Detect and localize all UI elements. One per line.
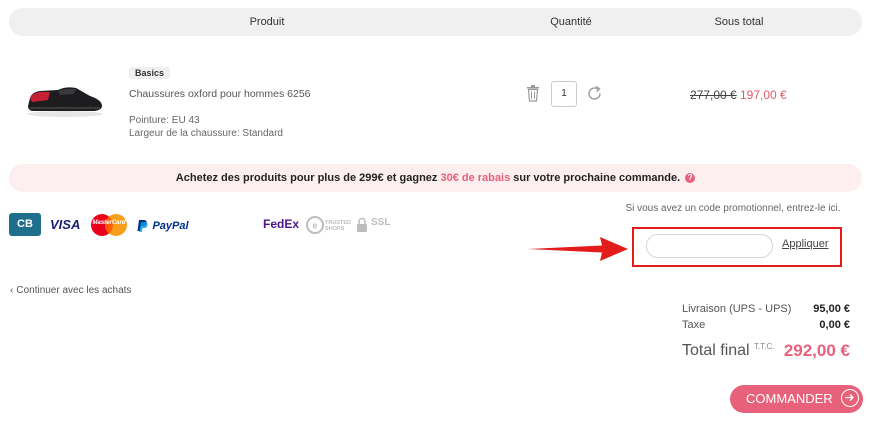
annotation-arrow xyxy=(526,234,630,269)
shipping-label: Livraison (UPS - UPS) xyxy=(682,303,792,315)
paypal-logo-text: PayPal xyxy=(152,219,189,232)
promo-text-before: Achetez des produits pour plus de 299€ e… xyxy=(175,172,441,184)
promo-highlight: 30€ de rabais xyxy=(440,172,511,184)
continue-shopping-label: Continuer avec les achats xyxy=(16,285,132,296)
promo-code-prompt: Si vous avez un code promotionnel, entre… xyxy=(625,203,841,214)
arrow-right-icon xyxy=(841,389,859,407)
product-width: Largeur de la chaussure: Standard xyxy=(129,128,283,139)
product-image[interactable] xyxy=(24,76,106,120)
final-total-value: 292,00 € xyxy=(783,341,850,360)
refresh-icon[interactable] xyxy=(586,85,603,107)
product-toe: Pointure: EU 43 xyxy=(129,115,200,126)
old-price: 277,00 € xyxy=(690,88,737,102)
info-icon[interactable]: ? xyxy=(685,173,696,184)
visa-logo: VISA xyxy=(50,217,81,232)
header-subtotal: Sous total xyxy=(714,16,764,28)
promo-banner: Achetez des produits pour plus de 299€ e… xyxy=(9,164,862,192)
ssl-logo: SSL xyxy=(356,214,394,236)
svg-text:e: e xyxy=(312,221,317,231)
trusted-shops-text: TRUSTED SHOPS xyxy=(325,220,351,232)
quantity-input[interactable]: 1 xyxy=(551,81,577,107)
current-price: 197,00 € xyxy=(740,88,787,102)
mastercard-logo-text: MasterCard xyxy=(92,220,126,226)
apply-promo-button[interactable]: Appliquer xyxy=(782,238,828,250)
product-name[interactable]: Chaussures oxford pour hommes 6256 xyxy=(129,88,311,100)
continue-shopping-link[interactable]: ‹ Continuer avec les achats xyxy=(10,285,131,296)
order-button[interactable]: COMMANDER xyxy=(730,385,863,413)
cart-table-header: Produit Quantité Sous total xyxy=(9,8,862,36)
promo-text-after: sur votre prochaine commande. xyxy=(510,172,681,184)
paypal-logo: PayPal xyxy=(136,217,189,235)
cb-logo-text: CB xyxy=(17,218,33,230)
tax-label: Taxe xyxy=(682,319,706,331)
order-button-label: COMMANDER xyxy=(746,391,833,406)
fedex-logo-text: FedEx xyxy=(263,217,300,231)
tax-value: 0,00 € xyxy=(819,319,850,331)
fedex-logo: FedEx xyxy=(263,217,299,231)
trusted-shops-logo: e TRUSTED SHOPS xyxy=(306,214,354,236)
shipping-value: 95,00 € xyxy=(813,303,850,315)
chevron-left-icon: ‹ xyxy=(10,285,14,296)
promo-code-input[interactable] xyxy=(646,234,773,258)
trash-icon[interactable] xyxy=(526,85,540,107)
header-product: Produit xyxy=(249,16,285,28)
product-badge: Basics xyxy=(129,67,171,79)
header-quantity: Quantité xyxy=(550,16,592,28)
final-total-label: Total final T.T.C. xyxy=(682,342,775,360)
ssl-logo-text: SSL xyxy=(371,217,391,228)
final-total-text: Total final xyxy=(682,342,750,359)
mastercard-logo: MasterCard xyxy=(89,213,129,237)
cb-logo: CB xyxy=(9,213,41,236)
